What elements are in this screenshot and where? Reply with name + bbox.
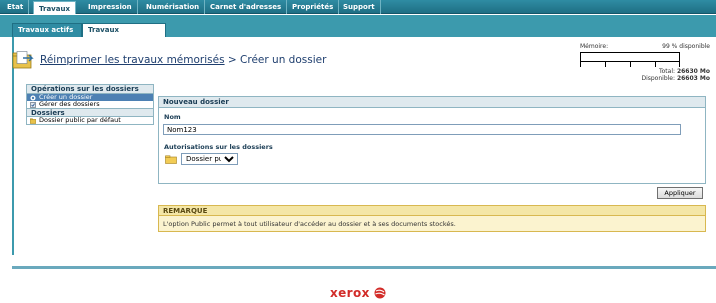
page-heading: Réimprimer les travaux mémorisés > Créer… xyxy=(12,50,326,70)
sidebar: Opérations sur les dossiers Créer un dos… xyxy=(26,84,154,125)
nav-proprietes[interactable]: Propriétés xyxy=(287,0,340,14)
xerox-ball-icon xyxy=(374,287,386,299)
folder-name-input[interactable] xyxy=(163,124,681,135)
memory-gauge: Mémoire: 99 % disponible Total: 26630 Mo… xyxy=(580,43,710,82)
permissions-label: Autorisations sur les dossiers xyxy=(164,143,273,151)
breadcrumb-link[interactable]: Réimprimer les travaux mémorisés xyxy=(40,54,225,66)
memory-total-label: Total: xyxy=(658,68,676,75)
new-folder-panel: Nouveau dossier Nom Autorisations sur le… xyxy=(158,96,706,184)
folder-reprint-icon xyxy=(12,51,34,69)
sidebar-item-label: Gérer des dossiers xyxy=(39,100,100,108)
memory-ticks xyxy=(580,62,680,67)
memory-available-value: 26603 Mo xyxy=(676,75,710,82)
sidebar-item-label: Dossier public par défaut xyxy=(39,116,121,124)
memory-label: Mémoire: xyxy=(580,43,609,50)
radio-bullet-icon xyxy=(30,95,36,100)
memory-bar xyxy=(580,52,680,62)
note-box: REMARQUE L'option Public permet à tout u… xyxy=(158,205,706,232)
permissions-row: Dossier public xyxy=(165,153,238,165)
memory-percent: 99 % disponible xyxy=(662,43,710,50)
memory-total-value: 26630 Mo xyxy=(676,68,710,75)
apply-button[interactable]: Appliquer xyxy=(657,187,703,199)
manage-folders-icon xyxy=(30,101,36,108)
xerox-logo: xerox xyxy=(330,286,386,300)
nav-carnet-adresses[interactable]: Carnet d'adresses xyxy=(205,0,288,14)
sidebar-item-gerer-dossiers[interactable]: Gérer des dossiers xyxy=(27,101,153,108)
folder-icon xyxy=(30,117,36,124)
top-nav: Etat Travaux Impression Numérisation Car… xyxy=(0,0,716,14)
tab-travaux-actifs[interactable]: Travaux actifs xyxy=(12,23,82,37)
memory-available-label: Disponible: xyxy=(641,75,676,82)
page-title: Réimprimer les travaux mémorisés > Créer… xyxy=(40,54,326,66)
nav-support[interactable]: Support xyxy=(338,0,381,14)
brand-wordmark: xerox xyxy=(330,286,370,300)
breadcrumb-current: Créer un dossier xyxy=(240,54,327,66)
nav-impression[interactable]: Impression xyxy=(83,0,138,14)
sidebar-item-dossier-public[interactable]: Dossier public par défaut xyxy=(27,117,153,124)
note-text: L'option Public permet à tout utilisateu… xyxy=(163,220,456,228)
permissions-select[interactable]: Dossier public xyxy=(181,153,238,165)
folder-icon xyxy=(165,155,177,164)
nav-numerisation[interactable]: Numérisation xyxy=(141,0,206,14)
sub-nav: Travaux actifs Travaux enregistrés xyxy=(0,15,716,47)
note-title: REMARQUE xyxy=(159,206,705,216)
breadcrumb-separator: > xyxy=(224,54,241,66)
nav-etat[interactable]: Etat xyxy=(2,0,30,14)
nav-travaux[interactable]: Travaux xyxy=(33,1,76,14)
name-label: Nom xyxy=(164,113,181,121)
panel-title: Nouveau dossier xyxy=(159,97,705,108)
footer-divider xyxy=(12,266,716,269)
tab-travaux-enregistres[interactable]: Travaux enregistrés xyxy=(82,23,166,47)
